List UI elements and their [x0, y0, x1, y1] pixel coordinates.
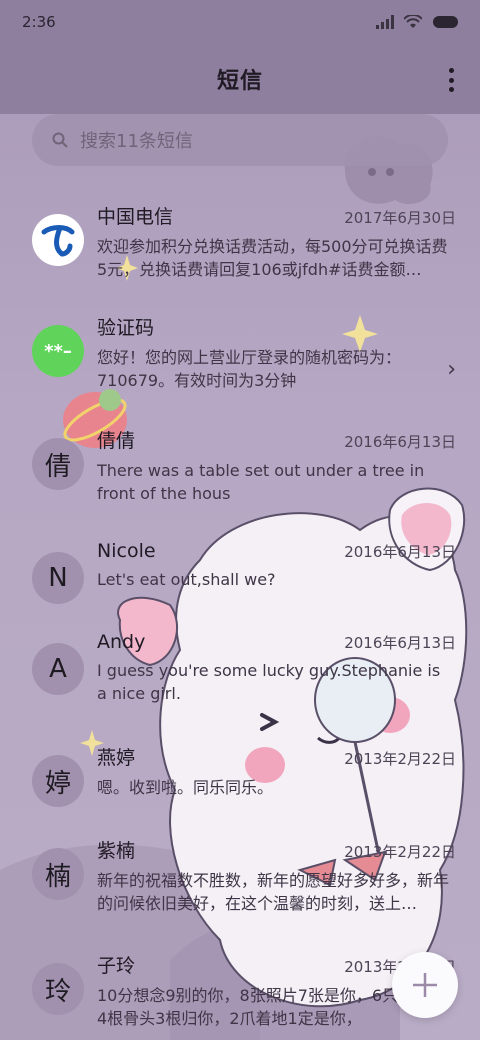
conversation-item[interactable]: 楠 紫楠 2013年2月22日 新年的祝福数不胜数，新年的愿望好多好多，新年的问… [0, 824, 480, 939]
more-dot-icon [448, 87, 454, 92]
contact-name: Nicole [97, 540, 156, 562]
status-bar: 2:36 [0, 0, 480, 44]
message-snippet: Let's eat out,shall we? [97, 570, 276, 589]
message-snippet: There was a table set out under a tree i… [97, 461, 425, 503]
message-date: 2017年6月30日 [344, 209, 456, 227]
message-snippet: I guess you're some lucky guy.Stephanie … [97, 661, 441, 703]
conversation-list: 中国电信 2017年6月30日 欢迎参加积分兑换话费活动，每500分可兑换话费5… [0, 190, 480, 1039]
signal-icon [376, 15, 394, 29]
avatar: N [32, 552, 84, 604]
plus-icon [413, 973, 437, 997]
search-icon [52, 132, 68, 148]
avatar [32, 214, 84, 266]
message-date: 2013年2月22日 [344, 750, 456, 768]
message-date: 2016年6月13日 [344, 433, 456, 451]
conversation-item[interactable]: 中国电信 2017年6月30日 欢迎参加积分兑换话费活动，每500分可兑换话费5… [0, 190, 480, 301]
search-bar[interactable]: 搜索11条短信 [32, 114, 448, 166]
message-snippet: 嗯。收到啦。同乐同乐。 [97, 778, 274, 797]
avatar: A [32, 643, 84, 695]
message-date: 2016年6月13日 [344, 634, 456, 652]
conversation-item[interactable]: **– 验证码 您好！您的网上营业厅登录的随机密码为：710679。有效时间为3… [0, 301, 480, 414]
more-dot-icon [448, 68, 454, 73]
app-header: 短信 [0, 44, 480, 114]
avatar: 楠 [32, 848, 84, 900]
conversation-item[interactable]: 婷 燕婷 2013年2月22日 嗯。收到啦。同乐同乐。 [0, 731, 480, 824]
contact-name: Andy [97, 631, 146, 653]
more-dot-icon [448, 77, 454, 83]
contact-name: 验证码 [97, 317, 155, 339]
more-options-button[interactable] [446, 68, 456, 92]
message-snippet: 欢迎参加积分兑换话费活动，每500分可兑换话费5元，兑换话费请回复106或jfd… [97, 237, 448, 279]
conversation-item[interactable]: N Nicole 2016年6月13日 Let's eat out,shall … [0, 528, 480, 619]
conversation-item[interactable]: A Andy 2016年6月13日 I guess you're some lu… [0, 619, 480, 731]
status-time: 2:36 [22, 13, 56, 31]
avatar: 婷 [32, 755, 84, 807]
chevron-right-icon: › [447, 357, 456, 382]
contact-name: 倩倩 [97, 430, 136, 452]
new-message-button[interactable] [392, 952, 458, 1018]
contact-name: 紫楠 [97, 840, 136, 862]
avatar: 倩 [32, 438, 84, 490]
wifi-icon [404, 15, 422, 28]
china-telecom-logo-icon [38, 220, 78, 260]
page-title: 短信 [216, 69, 263, 94]
avatar: 玲 [32, 963, 84, 1015]
conversation-item[interactable]: 倩 倩倩 2016年6月13日 There was a table set ou… [0, 414, 480, 528]
search-placeholder: 搜索11条短信 [80, 131, 193, 152]
avatar: **– [32, 325, 84, 377]
message-snippet: 新年的祝福数不胜数，新年的愿望好多好多，新年的问候依旧美好，在这个温馨的时刻，送… [97, 871, 450, 913]
message-date: 2016年6月13日 [344, 543, 456, 561]
battery-icon [433, 16, 458, 28]
message-snippet: 您好！您的网上营业厅登录的随机密码为：710679。有效时间为3分钟 [97, 348, 402, 390]
contact-name: 燕婷 [97, 747, 136, 769]
verification-code-icon: **– [44, 340, 72, 362]
contact-name: 子玲 [97, 955, 136, 977]
message-date: 2013年2月22日 [344, 843, 456, 861]
contact-name: 中国电信 [97, 206, 174, 228]
